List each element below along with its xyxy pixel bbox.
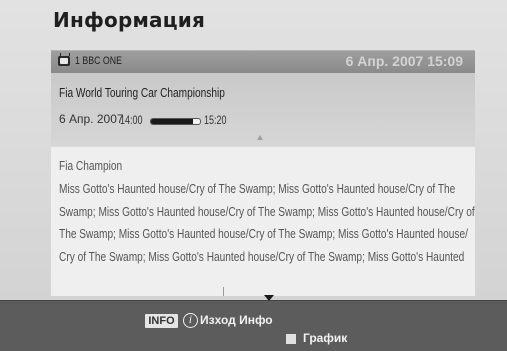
description-line: Fia Champion xyxy=(59,158,123,173)
program-title: Fia World Touring Car Championship xyxy=(59,85,225,100)
description-line: Swamp; Miss Gotto's Haunted house/Cry of… xyxy=(59,203,475,219)
description-line: Miss Gotto's Haunted house/Cry of The Sw… xyxy=(59,180,456,196)
program-info: Fia World Touring Car Championship 6 Апр… xyxy=(51,73,475,146)
scroll-down-arrow-icon[interactable] xyxy=(264,295,274,301)
program-end-time: 15:20 xyxy=(204,113,227,127)
page-title: Информация xyxy=(53,8,205,32)
info-circle-icon: i xyxy=(183,313,198,328)
description-text: Fia Champion Miss Gotto's Haunted house/… xyxy=(59,155,475,269)
program-progress-bar xyxy=(150,118,201,125)
tv-icon xyxy=(58,56,70,66)
info-key-button[interactable]: INFO xyxy=(145,314,178,328)
channel-name: 1 BBC ONE xyxy=(75,55,122,67)
exit-info-label[interactable]: Изход Инфо xyxy=(200,313,273,327)
program-start-time: 14:00 xyxy=(120,113,143,127)
description-line: Cry of The Swamp; Miss Gotto's Haunted h… xyxy=(59,249,465,265)
current-datetime: 6 Апр. 2007 15:09 xyxy=(345,53,463,69)
description-line: The Swamp; Miss Gotto's Haunted house/Cr… xyxy=(59,226,468,242)
channel-bar: 1 BBC ONE 6 Апр. 2007 15:09 xyxy=(51,50,475,73)
program-progress-fill xyxy=(151,119,193,124)
schedule-key-icon[interactable] xyxy=(286,334,296,344)
program-date: 6 Апр. 2007 xyxy=(59,112,124,126)
scroll-up-arrow-icon[interactable] xyxy=(257,135,263,140)
schedule-label[interactable]: График xyxy=(303,331,347,345)
scroll-indicator xyxy=(223,287,224,296)
program-description[interactable]: Fia Champion Miss Gotto's Haunted house/… xyxy=(51,147,475,296)
